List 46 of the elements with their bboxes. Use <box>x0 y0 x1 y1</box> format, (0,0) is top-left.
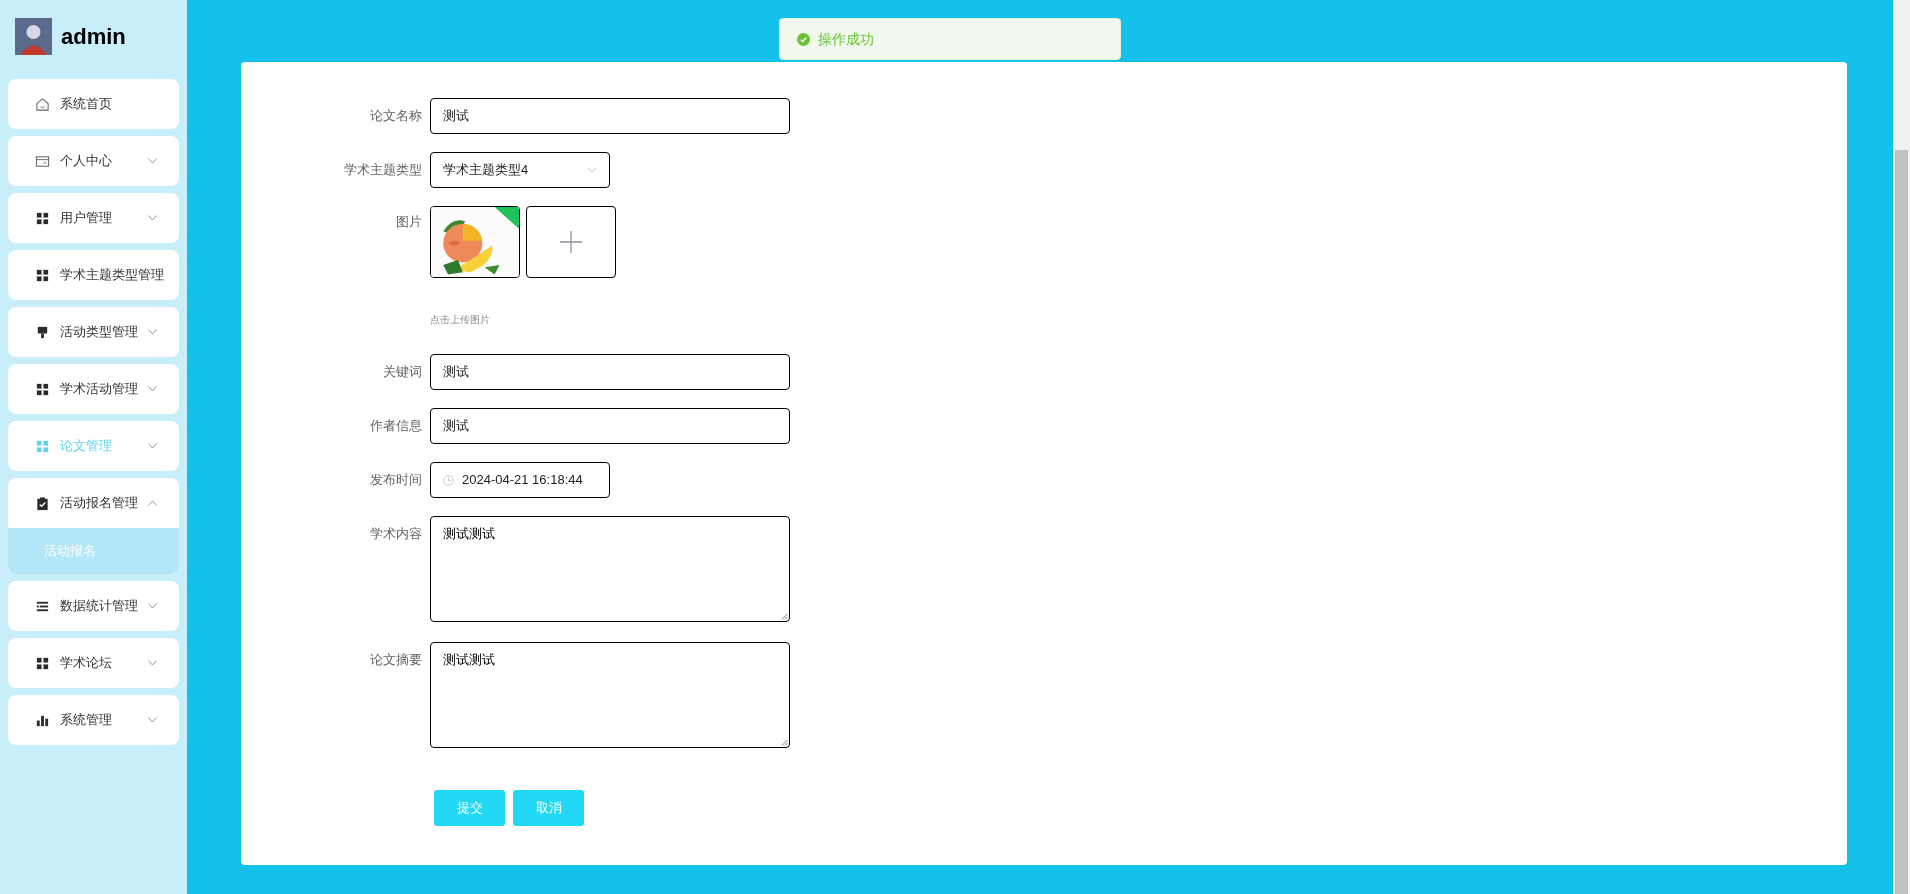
menu-item[interactable]: 用户管理 <box>8 193 179 243</box>
input-field[interactable]: 测试 <box>430 408 790 444</box>
upload-hint: 点击上传图片 <box>430 314 491 326</box>
field-label: 学术内容 <box>369 525 422 543</box>
menu-item[interactable]: 系统管理 <box>8 695 179 745</box>
wallet-icon <box>35 153 50 169</box>
brush-icon <box>35 324 50 340</box>
grid-icon <box>35 210 50 226</box>
textarea-field[interactable]: 测试测试 <box>430 516 790 622</box>
menu-item[interactable]: 活动报名管理 <box>8 478 179 528</box>
grid-icon <box>35 438 50 454</box>
chevron-down-icon <box>587 167 597 173</box>
grid-icon <box>35 267 50 283</box>
field-label: 论文名称 <box>369 107 422 125</box>
menu-item[interactable]: 个人中心 <box>8 136 179 186</box>
field-label: 图片 <box>395 213 422 231</box>
grid-icon <box>35 381 50 397</box>
clipboard-icon <box>35 495 50 511</box>
menu-item[interactable]: 活动类型管理 <box>8 307 179 357</box>
menu-item[interactable]: 学术活动管理 <box>8 364 179 414</box>
menu-item[interactable]: 系统首页 <box>8 79 179 129</box>
home-icon <box>35 96 50 112</box>
menu-item[interactable]: 学术主题类型管理 <box>8 250 179 300</box>
resize-handle-icon[interactable] <box>781 613 788 620</box>
menu-item[interactable]: 数据统计管理 <box>8 581 179 631</box>
input-field[interactable]: 测试 <box>430 98 790 134</box>
date-field[interactable]: 2024-04-21 16:18:44 <box>430 462 610 498</box>
field-label: 作者信息 <box>369 417 422 435</box>
plus-icon <box>560 231 582 253</box>
avatar <box>15 18 52 55</box>
field-label: 关键词 <box>382 363 422 381</box>
menu-item[interactable]: 学术论坛 <box>8 638 179 688</box>
field-label: 发布时间 <box>369 471 422 489</box>
resize-handle-icon[interactable] <box>781 739 788 746</box>
textarea-field[interactable]: 测试测试 <box>430 642 790 748</box>
field-label: 论文摘要 <box>369 651 422 669</box>
scrollbar[interactable] <box>1893 0 1910 894</box>
user-name: admin <box>61 23 126 51</box>
upload-button[interactable] <box>526 206 616 278</box>
grid-icon <box>35 655 50 671</box>
input-field[interactable]: 测试 <box>430 354 790 390</box>
select-field[interactable]: 学术主题类型4 <box>430 152 610 188</box>
clock-icon <box>443 474 454 486</box>
toast-message: 操作成功 <box>818 29 874 49</box>
success-icon <box>797 32 810 46</box>
field-label: 学术主题类型 <box>343 161 422 179</box>
